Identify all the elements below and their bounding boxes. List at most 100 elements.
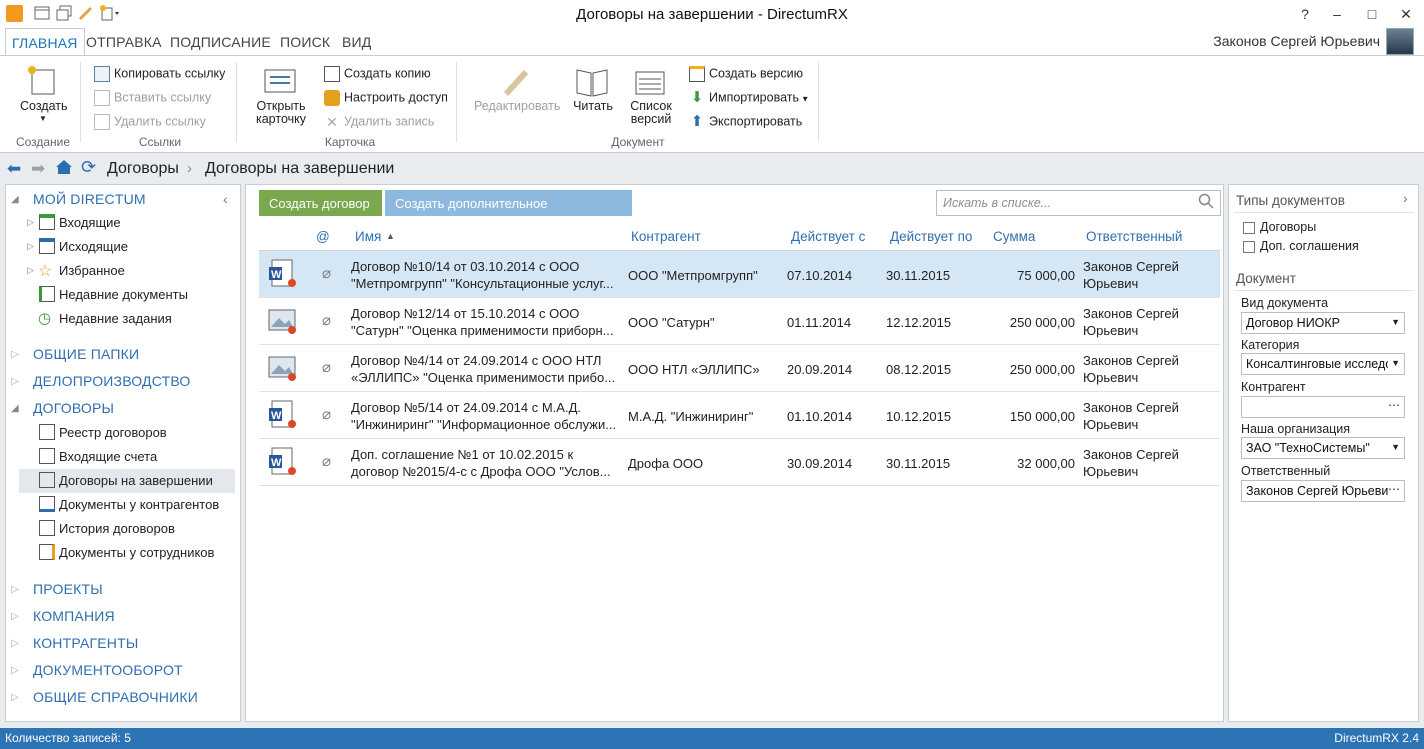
expand-arrow-icon[interactable]: ▷ bbox=[27, 265, 34, 276]
versions-icon bbox=[635, 71, 665, 95]
col-header-at[interactable]: @ bbox=[316, 229, 330, 244]
nav-item-inbox[interactable]: Входящие bbox=[59, 215, 121, 230]
delete-record-button[interactable]: ✕ Удалить запись bbox=[324, 114, 434, 130]
nav-item-invoices[interactable]: Входящие счета bbox=[59, 449, 157, 464]
nav-section-counterparties[interactable]: КОНТРАГЕНТЫ bbox=[33, 635, 138, 651]
help-button[interactable]: ? bbox=[1290, 3, 1320, 25]
tab-search[interactable]: ПОИСК bbox=[280, 34, 330, 50]
maximize-button[interactable]: □ bbox=[1357, 3, 1387, 25]
export-button[interactable]: ⬆ Экспортировать bbox=[689, 114, 803, 130]
svg-text:W: W bbox=[271, 269, 282, 281]
close-button[interactable]: ✕ bbox=[1391, 3, 1421, 25]
read-button[interactable]: Читать bbox=[572, 66, 614, 130]
nav-item-counterparty-docs[interactable]: Документы у контрагентов bbox=[59, 497, 219, 512]
create-supplement-button[interactable]: Создать дополнительное соглашение bbox=[385, 190, 632, 226]
back-arrow-icon[interactable]: ⬅ bbox=[7, 159, 21, 179]
edit-button[interactable]: Редактировать bbox=[474, 66, 560, 130]
nav-section-references[interactable]: ОБЩИЕ СПРАВОЧНИКИ bbox=[33, 689, 198, 705]
nav-item-employee-docs[interactable]: Документы у сотрудников bbox=[59, 545, 214, 560]
row-name-line1: Договор №5/14 от 24.09.2014 с М.А.Д. bbox=[351, 400, 581, 415]
nav-item-expiring[interactable]: Договоры на завершении bbox=[59, 473, 213, 488]
org-select[interactable]: ЗАО "ТехноСистемы" ▼ bbox=[1241, 437, 1405, 459]
kind-value: Договор НИОКР bbox=[1246, 316, 1341, 330]
paste-link-button[interactable]: Вставить ссылку bbox=[94, 90, 211, 106]
col-header-to[interactable]: Действует по bbox=[890, 229, 972, 244]
nav-item-recent-docs[interactable]: Недавние документы bbox=[59, 287, 188, 302]
row-name-line2: "Сатурн" "Оценка применимости приборн... bbox=[351, 323, 614, 338]
create-button[interactable]: Создать ▼ bbox=[20, 62, 68, 134]
category-select[interactable]: Консалтинговые исследо ▼ bbox=[1241, 353, 1405, 375]
versions-button[interactable]: Список версий bbox=[626, 66, 676, 130]
row-responsible-line2: Юрьевич bbox=[1083, 276, 1139, 291]
responsible-field[interactable]: Законов Сергей Юрьевич ⋯ bbox=[1241, 480, 1405, 502]
registry-icon bbox=[39, 424, 55, 440]
nav-section-office[interactable]: ДЕЛОПРОИЗВОДСТВО bbox=[33, 373, 191, 389]
nav-item-outbox[interactable]: Исходящие bbox=[59, 239, 128, 254]
card-icon bbox=[264, 69, 296, 93]
new-version-icon bbox=[689, 66, 705, 82]
attachment-icon: ⌀ bbox=[322, 453, 332, 470]
home-icon[interactable] bbox=[55, 158, 73, 176]
nav-item-history[interactable]: История договоров bbox=[59, 521, 175, 536]
expand-arrow-icon[interactable]: ▷ bbox=[27, 241, 34, 252]
col-header-sum[interactable]: Сумма bbox=[993, 229, 1035, 244]
checkbox-contracts-label: Договоры bbox=[1260, 220, 1317, 234]
user-name[interactable]: Законов Сергей Юрьевич bbox=[1213, 33, 1380, 49]
tab-view[interactable]: ВИД bbox=[342, 34, 371, 50]
delete-icon: ✕ bbox=[326, 114, 338, 130]
nav-item-favorites[interactable]: Избранное bbox=[59, 263, 125, 278]
checkbox-supplements-label: Доп. соглашения bbox=[1260, 239, 1359, 253]
row-responsible-line1: Законов Сергей bbox=[1083, 353, 1179, 368]
delete-link-button[interactable]: Удалить ссылку bbox=[94, 114, 206, 130]
expand-arrow-icon[interactable]: ▷ bbox=[27, 217, 34, 228]
copy-link-button[interactable]: Копировать ссылку bbox=[94, 66, 225, 82]
tab-send[interactable]: ОТПРАВКА bbox=[86, 34, 162, 50]
access-button[interactable]: Настроить доступ bbox=[324, 90, 448, 106]
attachment-icon: ⌀ bbox=[322, 359, 332, 376]
collapse-panel-icon[interactable]: ‹ bbox=[223, 191, 228, 207]
kind-select[interactable]: Договор НИОКР ▼ bbox=[1241, 312, 1405, 334]
create-version-button[interactable]: Создать версию bbox=[689, 66, 803, 82]
nav-item-registry[interactable]: Реестр договоров bbox=[59, 425, 167, 440]
ellipsis-icon[interactable]: ⋯ bbox=[1388, 398, 1400, 412]
nav-section-company[interactable]: КОМПАНИЯ bbox=[33, 608, 115, 624]
nav-item-recent-tasks[interactable]: Недавние задания bbox=[59, 311, 172, 326]
col-header-name[interactable]: Имя bbox=[355, 229, 381, 244]
search-icon[interactable] bbox=[1198, 193, 1214, 209]
checkbox-contracts[interactable] bbox=[1243, 222, 1255, 234]
row-valid-to: 12.12.2015 bbox=[886, 315, 952, 330]
create-copy-button[interactable]: Создать копию bbox=[324, 66, 431, 82]
chevron-down-icon: ▼ bbox=[1391, 442, 1400, 452]
col-header-responsible[interactable]: Ответственный bbox=[1086, 229, 1182, 244]
word-document-icon: W bbox=[268, 258, 298, 290]
forward-arrow-icon[interactable]: ➡ bbox=[31, 159, 45, 179]
title-bar: Договоры на завершении - DirectumRX ? – … bbox=[0, 0, 1424, 28]
create-contract-button[interactable]: Создать договор bbox=[259, 190, 382, 216]
nav-section-projects[interactable]: ПРОЕКТЫ bbox=[33, 581, 103, 597]
row-responsible-line2: Юрьевич bbox=[1083, 323, 1139, 338]
nav-section-my[interactable]: МОЙ DIRECTUM bbox=[33, 191, 146, 207]
row-name-line1: Договор №10/14 от 03.10.2014 с ООО bbox=[351, 259, 580, 274]
nav-section-docflow[interactable]: ДОКУМЕНТООБОРОТ bbox=[33, 662, 183, 678]
col-header-counterparty[interactable]: Контрагент bbox=[631, 229, 701, 244]
minimize-button[interactable]: – bbox=[1322, 3, 1352, 25]
tab-sign[interactable]: ПОДПИСАНИЕ bbox=[170, 34, 271, 50]
create-copy-label: Создать копию bbox=[344, 66, 431, 81]
ellipsis-icon[interactable]: ⋯ bbox=[1388, 482, 1400, 496]
chevron-down-icon: ▼ bbox=[1391, 317, 1400, 327]
counterparty-field[interactable]: ⋯ bbox=[1241, 396, 1405, 418]
copy-icon bbox=[324, 66, 340, 82]
avatar[interactable] bbox=[1386, 28, 1414, 55]
breadcrumb-parent[interactable]: Договоры bbox=[107, 160, 179, 178]
checkbox-supplements[interactable] bbox=[1243, 241, 1255, 253]
collapse-filter-icon[interactable]: › bbox=[1403, 190, 1408, 206]
refresh-icon[interactable]: ⟳ bbox=[81, 157, 96, 178]
open-card-button[interactable]: Открыть карточку bbox=[254, 66, 308, 130]
row-name-line2: "Инжиниринг" "Информационное обслужи... bbox=[351, 417, 617, 432]
import-button[interactable]: ⬇ Импортировать ▼ bbox=[689, 90, 809, 106]
export-label: Экспортировать bbox=[709, 114, 803, 129]
col-header-from[interactable]: Действует с bbox=[791, 229, 865, 244]
nav-section-common[interactable]: ОБЩИЕ ПАПКИ bbox=[33, 346, 139, 362]
tab-main[interactable]: ГЛАВНАЯ bbox=[5, 28, 85, 56]
nav-section-contracts[interactable]: ДОГОВОРЫ bbox=[33, 400, 114, 416]
